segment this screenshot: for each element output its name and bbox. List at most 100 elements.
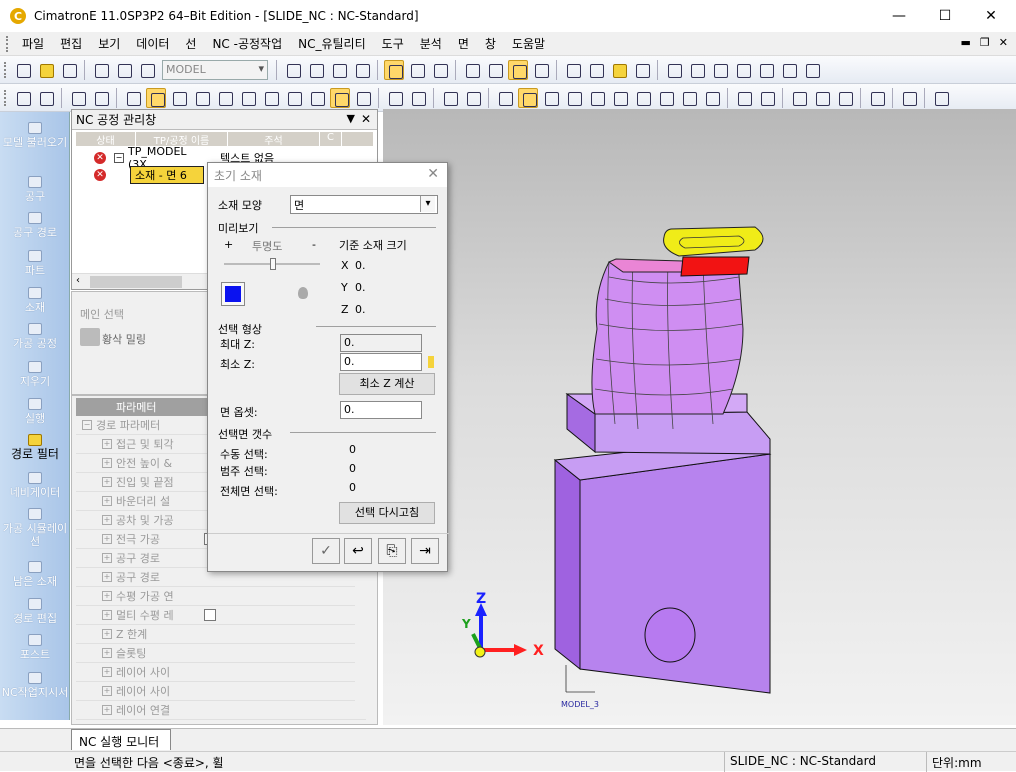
- max-z-field[interactable]: 0.: [340, 334, 422, 352]
- collapse-icon[interactable]: −: [114, 153, 124, 163]
- param-checkbox[interactable]: [204, 609, 216, 621]
- menu-analysis[interactable]: 분석: [412, 35, 450, 52]
- apply-button[interactable]: ↩: [344, 538, 372, 564]
- layout-icon[interactable]: [733, 60, 753, 80]
- param-row[interactable]: + 레이어 연결: [76, 701, 366, 720]
- loop-select-icon[interactable]: [261, 88, 281, 108]
- undo-select-icon[interactable]: [385, 88, 405, 108]
- dist-icon[interactable]: [702, 88, 722, 108]
- table-icon[interactable]: [541, 88, 561, 108]
- measure-icon[interactable]: [633, 88, 653, 108]
- curve-select-icon[interactable]: [169, 88, 189, 108]
- face-offset-field[interactable]: 0.: [340, 401, 422, 419]
- minimize-button[interactable]: —: [876, 0, 922, 32]
- sidebar-item-load-model[interactable]: 모델 불러오기: [0, 122, 70, 149]
- param-row[interactable]: + 수평 가공 연: [76, 587, 366, 606]
- menu-window[interactable]: 창: [477, 35, 504, 52]
- column-c[interactable]: C: [320, 132, 342, 146]
- menu-view[interactable]: 보기: [90, 35, 128, 52]
- sidebar-item-toolpath[interactable]: 공구 경로: [0, 212, 70, 239]
- axis-icon[interactable]: [867, 88, 887, 108]
- copy-view-icon[interactable]: [656, 88, 676, 108]
- render-shaded-icon[interactable]: [462, 60, 482, 80]
- view-box-icon[interactable]: [383, 59, 404, 80]
- color-swatch[interactable]: [221, 282, 245, 306]
- open-file-icon[interactable]: [36, 60, 56, 80]
- menu-help[interactable]: 도움말: [504, 35, 553, 52]
- text-icon[interactable]: [587, 88, 607, 108]
- menu-data[interactable]: 데이터: [128, 35, 177, 52]
- pick-icon[interactable]: [68, 88, 88, 108]
- deselect-icon[interactable]: [36, 88, 56, 108]
- param-row[interactable]: + 슬롯팅: [76, 644, 366, 663]
- refresh-selection-button[interactable]: 선택 다시고침: [339, 502, 435, 524]
- box-select-icon[interactable]: [779, 60, 799, 80]
- zoom-window-icon[interactable]: [306, 60, 326, 80]
- fixed-icon[interactable]: [329, 87, 350, 108]
- column-name[interactable]: TP/공정 이름: [136, 132, 228, 147]
- multi-box-icon[interactable]: [802, 60, 822, 80]
- nc-manager-close-button[interactable]: ✕: [361, 112, 371, 126]
- sidebar-item-nc-worksheet[interactable]: NC작업지시서: [0, 672, 70, 699]
- sidebar-item-navigator[interactable]: 네비게이터: [0, 472, 70, 499]
- tree-row-stock[interactable]: ✕ 소재 - 면 6: [76, 166, 204, 184]
- stock-icon[interactable]: [517, 87, 538, 108]
- sidebar-item-path-edit[interactable]: 경로 편집: [0, 598, 70, 625]
- align-icon[interactable]: [679, 88, 699, 108]
- face-mode-icon[interactable]: [145, 87, 166, 108]
- plane-icon[interactable]: [789, 88, 809, 108]
- sidebar-item-execute[interactable]: 실행: [0, 398, 70, 425]
- face-select-icon[interactable]: [123, 88, 143, 108]
- list-icon[interactable]: [564, 88, 584, 108]
- param-row[interactable]: + Z 한계: [76, 625, 366, 644]
- nc-monitor-tab[interactable]: NC 실행 모니터: [71, 729, 171, 750]
- layers-icon[interactable]: [756, 60, 776, 80]
- calculate-min-z-button[interactable]: 최소 Z 계산: [339, 373, 435, 395]
- zoom-all-icon[interactable]: [283, 60, 303, 80]
- menu-nc-utility[interactable]: NC_유틸리티: [290, 35, 374, 52]
- copy-icon[interactable]: [91, 60, 111, 80]
- light-icon[interactable]: [563, 60, 583, 80]
- stock-shape-select[interactable]: 면: [290, 195, 438, 214]
- param-row[interactable]: + 레이어 사이: [76, 663, 366, 682]
- ok-check-button[interactable]: ✓: [312, 538, 340, 564]
- cut-icon[interactable]: [137, 60, 157, 80]
- column-status[interactable]: 상태: [76, 132, 136, 147]
- swap-icon[interactable]: [353, 88, 373, 108]
- scroll-left-icon[interactable]: ‹: [76, 275, 80, 286]
- menu-curve[interactable]: 선: [177, 35, 204, 52]
- menu-edit[interactable]: 편집: [52, 35, 90, 52]
- plane2-icon[interactable]: [812, 88, 832, 108]
- arrow-right-icon[interactable]: [687, 60, 707, 80]
- menu-nc-process[interactable]: NC -공정작업: [204, 35, 290, 52]
- mdi-minimize-button[interactable]: ▬: [961, 36, 971, 49]
- column-comment[interactable]: 주석: [228, 132, 320, 147]
- sidebar-item-part[interactable]: 파트: [0, 250, 70, 277]
- menu-tools[interactable]: 도구: [374, 35, 412, 52]
- close-button[interactable]: ✕: [968, 0, 1014, 32]
- sidebar-item-stock[interactable]: 소재: [0, 287, 70, 314]
- magic-select-icon[interactable]: [440, 88, 460, 108]
- exit-button[interactable]: ⇥: [411, 538, 439, 564]
- chain-select-icon[interactable]: [238, 88, 258, 108]
- render-wire-icon[interactable]: [485, 60, 505, 80]
- sidebar-item-remaining-stock[interactable]: 남은 소재: [0, 561, 70, 588]
- param-row[interactable]: + 멀티 수평 레: [76, 606, 366, 625]
- save-icon[interactable]: [59, 60, 79, 80]
- point-select-icon[interactable]: [215, 88, 235, 108]
- check-icon[interactable]: [734, 88, 754, 108]
- ucs-icon[interactable]: [931, 88, 951, 108]
- sidebar-item-simulation[interactable]: 가공 시뮬레이션: [0, 508, 70, 548]
- info-icon[interactable]: [610, 88, 630, 108]
- sidebar-item-delete[interactable]: 지우기: [0, 361, 70, 388]
- boundary-select-icon[interactable]: [284, 88, 304, 108]
- sidebar-item-procedure[interactable]: 가공 공정: [0, 323, 70, 350]
- parameter-vscroll[interactable]: [355, 576, 369, 716]
- bulb-icon[interactable]: [586, 60, 606, 80]
- menu-face[interactable]: 면: [450, 35, 477, 52]
- sidebar-item-post[interactable]: 포스트: [0, 634, 70, 661]
- light-bulb-icon[interactable]: [298, 287, 308, 299]
- view-dropdown-icon[interactable]: [430, 60, 450, 80]
- transparency-slider-thumb[interactable]: [270, 258, 276, 270]
- bulb-off-icon[interactable]: [632, 60, 652, 80]
